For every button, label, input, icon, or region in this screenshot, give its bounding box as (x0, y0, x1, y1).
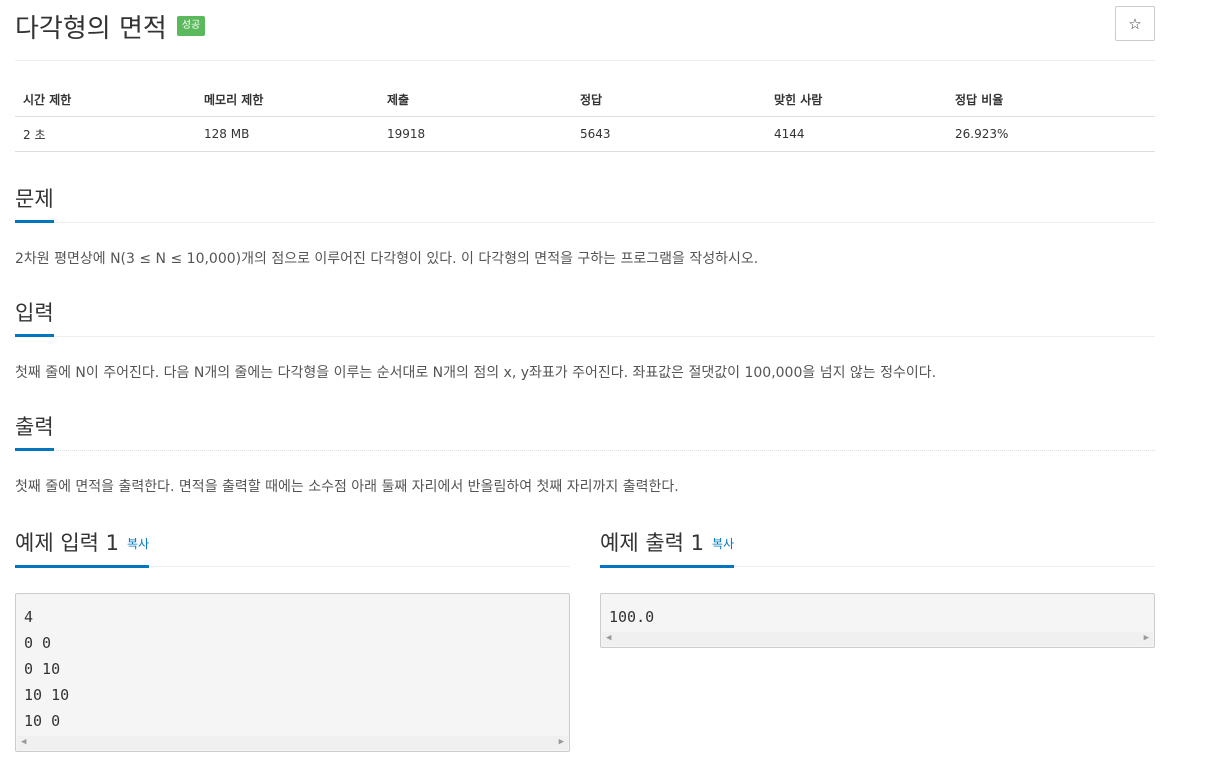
sample-input-heading: 예제 입력 1 복사 (15, 528, 150, 568)
sample-input-scrollbar[interactable]: ◀ ▶ (17, 736, 568, 750)
section-output-heading: 출력 (15, 412, 54, 451)
title-divider (15, 60, 1155, 61)
section-problem: 문제 2차원 평면상에 N(3 ≤ N ≤ 10,000)개의 점으로 이루어진… (15, 184, 1155, 269)
sample-input-line: 4 (24, 608, 34, 626)
scroll-right-icon[interactable]: ▶ (1144, 633, 1149, 643)
value-memory-limit: 128 MB (196, 116, 379, 152)
sample-input-header: 예제 입력 1 복사 (15, 528, 570, 568)
info-header-row: 시간 제한 메모리 제한 제출 정답 맞힌 사람 정답 비율 (15, 82, 1155, 117)
sample-output-pre: 100.0 ◀ ▶ (600, 593, 1155, 648)
header-accepted: 정답 (572, 82, 766, 117)
title-row: 다각형의 면적 성공 (15, 6, 206, 46)
header-memory-limit: 메모리 제한 (196, 82, 379, 117)
scroll-left-icon[interactable]: ◀ (21, 737, 26, 747)
sample-output-heading: 예제 출력 1 복사 (600, 528, 735, 568)
header-submissions: 제출 (379, 82, 572, 117)
value-time-limit: 2 초 (15, 116, 196, 152)
sample-input-line: 10 0 (24, 712, 61, 730)
sample-output-line: 100.0 (609, 608, 655, 626)
star-icon: ☆ (1128, 14, 1142, 33)
section-output: 출력 첫째 줄에 면적을 출력한다. 면적을 출력할 때에는 소수점 아래 둘째… (15, 412, 1155, 497)
header-solved-users: 맞힌 사람 (766, 82, 947, 117)
problem-page: 다각형의 면적 성공 ☆ 시간 제한 메모리 제한 제출 정답 맞힌 사람 정답… (0, 0, 1213, 769)
section-problem-header: 문제 (15, 184, 1155, 223)
section-input-heading: 입력 (15, 298, 54, 337)
sample-input-line: 10 10 (24, 686, 70, 704)
value-accepted: 5643 (572, 116, 766, 152)
section-problem-heading: 문제 (15, 184, 54, 223)
sample-input-title: 예제 입력 1 (15, 531, 119, 555)
sample-output-header: 예제 출력 1 복사 (600, 528, 1155, 568)
section-input-text: 첫째 줄에 N이 주어진다. 다음 N개의 줄에는 다각형을 이루는 순서대로 … (15, 365, 937, 381)
copy-input-link[interactable]: 복사 (127, 537, 149, 551)
sample-input-line: 0 10 (24, 660, 61, 678)
sample-output-block: 예제 출력 1 복사 100.0 ◀ ▶ (600, 528, 1155, 648)
sample-output-scrollbar[interactable]: ◀ ▶ (602, 632, 1153, 646)
section-input-header: 입력 (15, 298, 1155, 337)
sample-input-block: 예제 입력 1 복사 4 0 0 0 10 10 10 10 0 ◀ ▶ (15, 528, 570, 752)
sample-input-line: 0 0 (24, 634, 52, 652)
value-solved-users: 4144 (766, 116, 947, 152)
problem-info-table: 시간 제한 메모리 제한 제출 정답 맞힌 사람 정답 비율 2 초 128 M… (15, 82, 1155, 152)
scroll-right-icon[interactable]: ▶ (559, 737, 564, 747)
info-value-row: 2 초 128 MB 19918 5643 4144 26.923% (15, 116, 1155, 152)
page-title: 다각형의 면적 (15, 13, 167, 44)
value-accept-ratio: 26.923% (947, 116, 1155, 152)
section-output-header: 출력 (15, 412, 1155, 451)
value-submissions: 19918 (379, 116, 572, 152)
header-time-limit: 시간 제한 (15, 82, 196, 117)
status-badge: 성공 (176, 16, 206, 36)
header-accept-ratio: 정답 비율 (947, 82, 1155, 117)
scroll-left-icon[interactable]: ◀ (606, 633, 611, 643)
section-input: 입력 첫째 줄에 N이 주어진다. 다음 N개의 줄에는 다각형을 이루는 순서… (15, 298, 1155, 383)
copy-output-link[interactable]: 복사 (712, 537, 734, 551)
section-output-text: 첫째 줄에 면적을 출력한다. 면적을 출력할 때에는 소수점 아래 둘째 자리… (15, 479, 679, 495)
sample-output-title: 예제 출력 1 (600, 531, 704, 555)
section-problem-text: 2차원 평면상에 N(3 ≤ N ≤ 10,000)개의 점으로 이루어진 다각… (15, 251, 759, 267)
star-button[interactable]: ☆ (1115, 6, 1155, 41)
sample-input-pre: 4 0 0 0 10 10 10 10 0 ◀ ▶ (15, 593, 570, 752)
